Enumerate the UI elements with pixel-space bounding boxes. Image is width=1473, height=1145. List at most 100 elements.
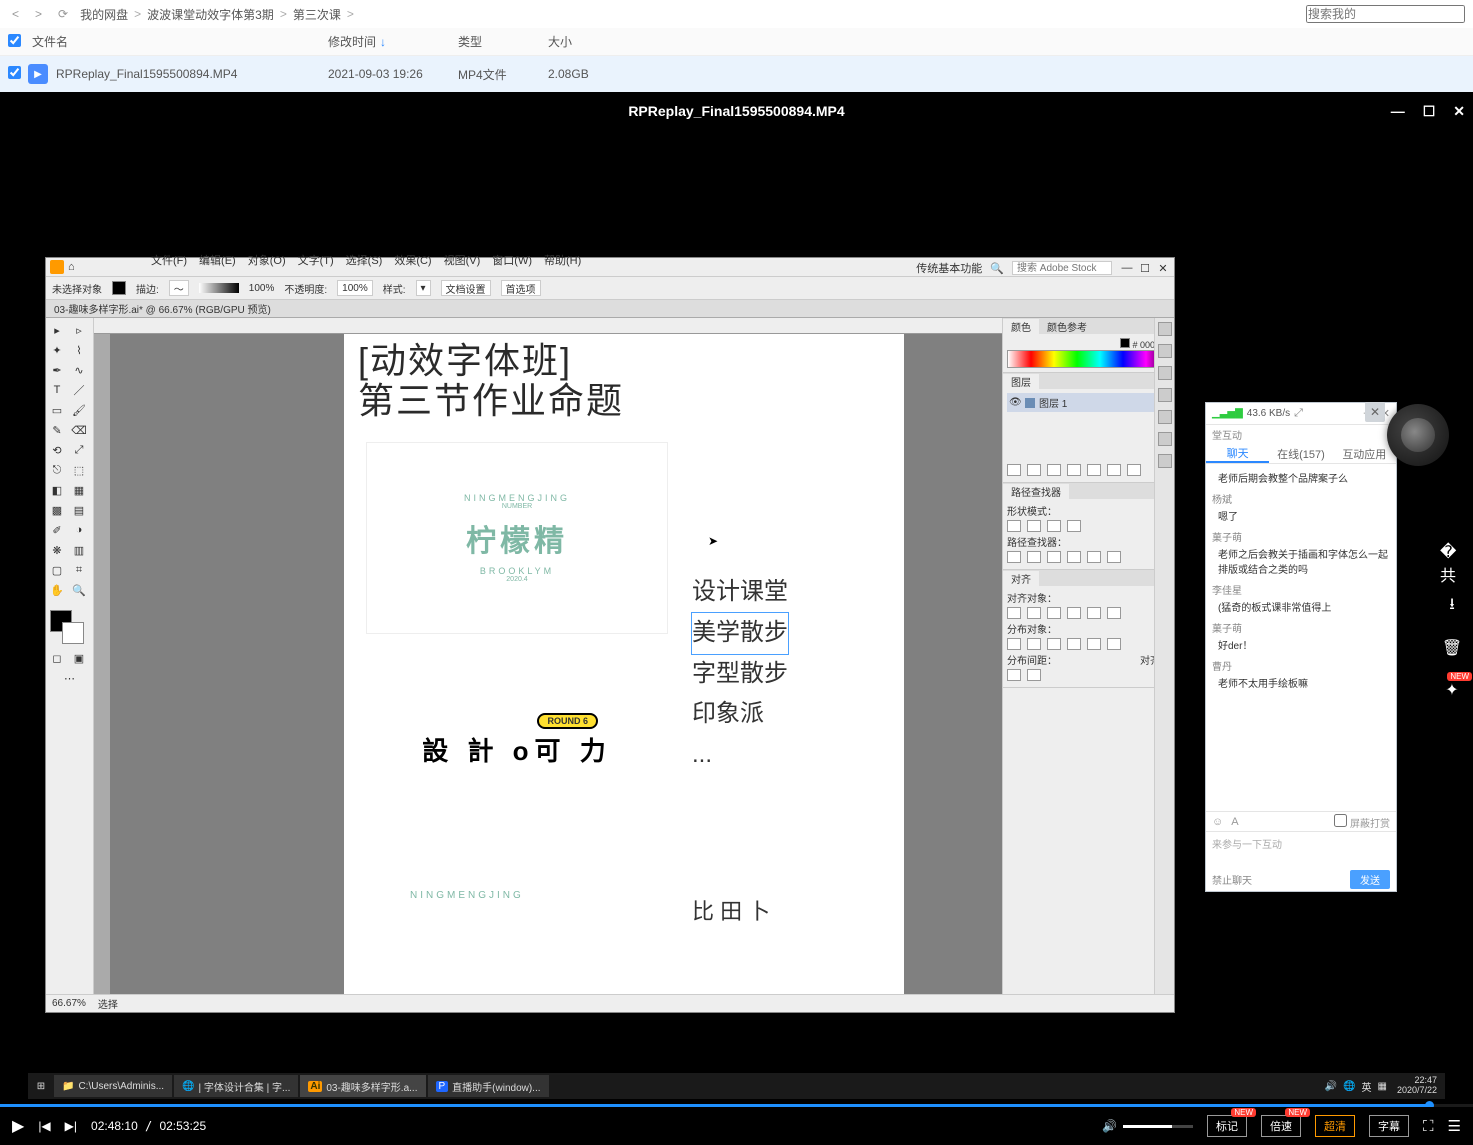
tab-layers[interactable]: 图层 xyxy=(1003,374,1039,389)
stroke-dropdown[interactable]: 〜 xyxy=(169,280,189,296)
minimize-icon[interactable]: — xyxy=(1391,103,1405,119)
outline-icon[interactable] xyxy=(1087,551,1101,563)
assistive-touch-button[interactable] xyxy=(1387,404,1449,466)
panel-icon[interactable] xyxy=(1158,344,1172,358)
ime-indicator[interactable]: 英 xyxy=(1362,1079,1372,1094)
mark-button[interactable]: 标记NEW xyxy=(1207,1115,1247,1137)
menu-edit[interactable]: 编辑(E) xyxy=(199,252,236,268)
prev-button-icon[interactable]: |◀ xyxy=(38,1119,50,1133)
menu-view[interactable]: 视图(V) xyxy=(444,252,481,268)
tab-online[interactable]: 在线(157) xyxy=(1269,446,1332,462)
nav-back-icon[interactable]: < xyxy=(8,7,23,21)
ai-maximize-icon[interactable]: ☐ xyxy=(1138,262,1152,275)
overlay-close-icon[interactable]: ✕ xyxy=(1365,402,1385,422)
tab-color[interactable]: 颜色 xyxy=(1003,319,1039,334)
panel-icon[interactable] xyxy=(1158,388,1172,402)
draw-mode-icon[interactable]: ◻ xyxy=(46,648,68,668)
taskbar-item[interactable]: 🌐| 字体设计合集 | 字... xyxy=(174,1075,298,1097)
home-icon[interactable]: ⌂ xyxy=(68,261,75,273)
minus-front-icon[interactable] xyxy=(1027,520,1041,532)
search-input[interactable] xyxy=(1306,5,1465,23)
trim-icon[interactable] xyxy=(1027,551,1041,563)
tray-icon[interactable]: 🌐 xyxy=(1343,1081,1355,1092)
zoom-tool-icon[interactable]: 🔍 xyxy=(68,580,90,600)
fullscreen-icon[interactable]: ⛶ xyxy=(1423,1118,1434,1135)
volume-control[interactable]: 🔊 xyxy=(1102,1119,1193,1133)
text-block[interactable]: 设计课堂 美学散步 字型散步 印象派 ... xyxy=(692,572,788,776)
tray-icon[interactable]: ▦ xyxy=(1378,1081,1387,1092)
block-gift-checkbox[interactable]: 屏蔽打赏 xyxy=(1334,814,1390,830)
taskbar-item[interactable]: Ai03-趣味多样字形.a... xyxy=(300,1075,425,1097)
rect-tool-icon[interactable]: ▭ xyxy=(46,400,68,420)
row-checkbox[interactable] xyxy=(8,66,21,79)
crop-icon[interactable] xyxy=(1067,551,1081,563)
dist-bottom-icon[interactable] xyxy=(1047,638,1061,650)
file-row[interactable]: ▶ RPReplay_Final1595500894.MP4 2021-09-0… xyxy=(0,56,1473,92)
align-hcenter-icon[interactable] xyxy=(1027,607,1041,619)
expand-icon[interactable]: ⤢ xyxy=(1294,407,1303,420)
rotate-tool-icon[interactable]: ⟲ xyxy=(46,440,68,460)
trash-icon[interactable] xyxy=(1127,464,1141,476)
lasso-tool-icon[interactable]: ⌇ xyxy=(68,340,90,360)
share-icon[interactable]: �共 xyxy=(1440,552,1464,576)
dist-hspace-icon[interactable] xyxy=(1007,669,1021,681)
mesh-tool-icon[interactable]: ▩ xyxy=(46,500,68,520)
playlist-icon[interactable]: ☰ xyxy=(1448,1117,1461,1135)
dist-right-icon[interactable] xyxy=(1107,638,1121,650)
prefs-button[interactable]: 首选项 xyxy=(501,280,541,296)
panel-icon[interactable] xyxy=(1158,366,1172,380)
align-bottom-icon[interactable] xyxy=(1107,607,1121,619)
canvas-area[interactable]: [动效字体班] 第三节作业命题 NINGMENGJING NUMBER 柠檬精 … xyxy=(94,318,1002,994)
style-dropdown[interactable]: ▾ xyxy=(416,280,431,296)
menu-object[interactable]: 对象(O) xyxy=(248,252,286,268)
maximize-icon[interactable]: ☐ xyxy=(1423,103,1436,120)
exclude-icon[interactable] xyxy=(1067,520,1081,532)
eyedropper-tool-icon[interactable]: ✐ xyxy=(46,520,68,540)
align-vcenter-icon[interactable] xyxy=(1087,607,1101,619)
gradient-tool-icon[interactable]: ▤ xyxy=(68,500,90,520)
column-mtime[interactable]: 修改时间↓ xyxy=(328,33,458,50)
panel-button[interactable] xyxy=(1027,464,1041,476)
taskbar-item[interactable]: 📁C:\Users\Adminis... xyxy=(54,1075,172,1097)
tab-chat[interactable]: 聊天 xyxy=(1206,445,1269,463)
layer-row[interactable]: 👁图层 1○ xyxy=(1007,393,1170,412)
direct-select-tool-icon[interactable]: ▹ xyxy=(68,320,90,340)
close-icon[interactable]: ✕ xyxy=(1453,103,1465,120)
visibility-icon[interactable]: 👁 xyxy=(1009,397,1021,408)
menu-type[interactable]: 文字(T) xyxy=(298,252,334,268)
line-tool-icon[interactable]: ／ xyxy=(68,380,90,400)
emoji-icon[interactable]: ☺ xyxy=(1212,816,1223,828)
panel-icon[interactable] xyxy=(1158,322,1172,336)
intersect-icon[interactable] xyxy=(1047,520,1061,532)
more-tools-icon[interactable]: ⋯ xyxy=(46,668,93,688)
layer-name[interactable]: 图层 1 xyxy=(1039,395,1067,410)
hand-tool-icon[interactable]: ✋ xyxy=(46,580,68,600)
download-icon[interactable]: ⭳ xyxy=(1440,594,1464,618)
menu-effect[interactable]: 效果(C) xyxy=(394,252,431,268)
next-button-icon[interactable]: ▶| xyxy=(65,1119,77,1133)
dist-vspace-icon[interactable] xyxy=(1027,669,1041,681)
screen-mode-icon[interactable]: ▣ xyxy=(68,648,90,668)
chat-message-list[interactable]: 老师后期会教整个品牌案子么 杨斌 嗯了 菓子萌 老师之后会教关于插画和字体怎么一… xyxy=(1206,464,1396,811)
eraser-tool-icon[interactable]: ⌫ xyxy=(68,420,90,440)
panel-button[interactable] xyxy=(1107,464,1121,476)
column-name[interactable]: 文件名 xyxy=(28,33,328,50)
ai-close-icon[interactable]: ✕ xyxy=(1156,262,1170,275)
delete-icon[interactable]: 🗑 xyxy=(1440,636,1464,660)
taskbar-item[interactable]: P直播助手(window)... xyxy=(428,1075,549,1097)
slice-tool-icon[interactable]: ⌗ xyxy=(68,560,90,580)
artboard-tool-icon[interactable]: ▢ xyxy=(46,560,68,580)
tab-apps[interactable]: 互动应用 xyxy=(1333,446,1396,462)
tab-pathfinder[interactable]: 路径查找器 xyxy=(1003,484,1069,499)
align-top-icon[interactable] xyxy=(1067,607,1081,619)
panel-button[interactable] xyxy=(1007,464,1021,476)
menu-file[interactable]: 文件(F) xyxy=(151,252,187,268)
start-button-icon[interactable]: ⊞ xyxy=(32,1077,50,1095)
subtitle-button[interactable]: 字幕 xyxy=(1369,1115,1409,1137)
minus-back-icon[interactable] xyxy=(1107,551,1121,563)
panel-icon[interactable] xyxy=(1158,432,1172,446)
wand-tool-icon[interactable]: ✦ xyxy=(46,340,68,360)
ai-minimize-icon[interactable]: — xyxy=(1120,262,1134,275)
color-swatch[interactable] xyxy=(1120,338,1130,348)
breadcrumb-item[interactable]: 波波课堂动效字体第3期 xyxy=(147,6,274,23)
